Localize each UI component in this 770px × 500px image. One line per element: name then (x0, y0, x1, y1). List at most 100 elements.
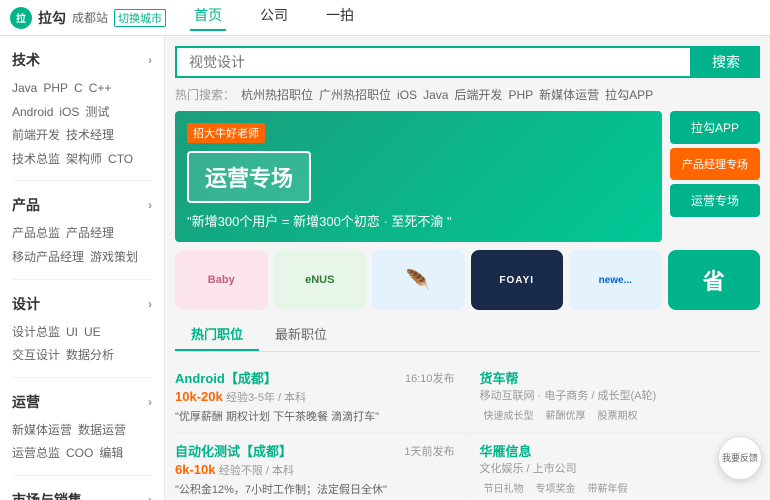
sidebar-link-editor[interactable]: 编辑 (99, 443, 123, 465)
sidebar-link-ops-director[interactable]: 运营总监 (12, 443, 60, 465)
sidebar-link-c[interactable]: C (74, 78, 83, 100)
sidebar-link-ui[interactable]: UI (66, 322, 78, 344)
banner-subtitle: "新增300个用户 = 新增300个初恋 · 至死不渝 " (187, 211, 650, 230)
sidebar-link-frontend[interactable]: 前端开发 (12, 125, 60, 147)
app-icon-foayi[interactable]: FOAYI (471, 250, 564, 310)
sidebar-link-coo[interactable]: COO (66, 443, 93, 465)
tab-new-jobs[interactable]: 最新职位 (259, 318, 343, 351)
job-header-autotest: 自动化测试【成都】 1天前发布 (175, 441, 455, 460)
app-icon-newegg-label: newe... (599, 275, 632, 286)
sidebar-link-data-analysis[interactable]: 数据分析 (66, 345, 114, 367)
sidebar-links-design: 设计总监 UI UE 交互设计 数据分析 (12, 320, 152, 373)
hot-link-php[interactable]: PHP (508, 88, 533, 102)
sidebar-link-tech-manager[interactable]: 技术经理 (66, 125, 114, 147)
app-icon-enus[interactable]: eNUS (274, 250, 367, 310)
sidebar-link-ue[interactable]: UE (84, 322, 101, 344)
sidebar-title-tech[interactable]: 技术 › (12, 44, 152, 76)
hot-link-java[interactable]: Java (423, 88, 448, 102)
logo-icon: 拉 (10, 7, 32, 29)
sidebar-link-cto[interactable]: CTO (108, 149, 133, 171)
hot-link-backend[interactable]: 后端开发 (454, 86, 502, 103)
banner[interactable]: 招大牛好老师 运营专场 "新增300个用户 = 新增300个初恋 · 至死不渝 … (175, 111, 662, 242)
sidebar-link-product-manager[interactable]: 产品经理 (66, 223, 114, 245)
nav-item-yipai[interactable]: 一拍 (322, 5, 358, 31)
main-layout: 技术 › Java PHP C C++ Android iOS 测试 前端开发 … (0, 36, 770, 500)
nav-item-company[interactable]: 公司 (256, 5, 292, 31)
header: 拉 拉勾 成都站 切换城市 首页 公司 一拍 (0, 0, 770, 36)
hot-search-row: 热门搜索： 杭州热招职位 广州热招职位 iOS Java 后端开发 PHP 新媒… (175, 86, 760, 103)
job-desc-android: "优厚薪酬 期权计划 下午茶晚餐 滴滴打车" (175, 408, 455, 424)
sidebar-link-php[interactable]: PHP (43, 78, 68, 100)
job-title-huochebang[interactable]: 货车帮 (480, 368, 753, 387)
app-icon-save-label: 省 (703, 264, 725, 296)
sidebar-link-data-ops[interactable]: 数据运营 (78, 420, 126, 442)
right-panel: 拉勾APP 产品经理专场 运营专场 (670, 111, 760, 242)
sidebar-title-sales[interactable]: 市场与销售 › (12, 484, 152, 500)
sidebar-link-architect[interactable]: 架构师 (66, 149, 102, 171)
search-button[interactable]: 搜索 (692, 46, 760, 78)
search-input[interactable] (175, 46, 692, 78)
sidebar-title-product[interactable]: 产品 › (12, 189, 152, 221)
sidebar-links-product: 产品总监 产品经理 移动产品经理 游戏策划 (12, 221, 152, 274)
sidebar-section-design: 设计 › 设计总监 UI UE 交互设计 数据分析 (0, 280, 164, 377)
benefit-tag: 股票期权 (594, 406, 642, 423)
app-icons-row: Baby eNUS 🪶 FOAYI newe... 省 (175, 250, 760, 310)
sidebar-link-tech-director[interactable]: 技术总监 (12, 149, 60, 171)
job-salary-autotest: 6k-10k 经验不限 / 本科 (175, 462, 455, 478)
job-benefits-huayan: 节日礼物 专项奖金 带薪年假 (480, 479, 753, 496)
hot-link-ios[interactable]: iOS (397, 88, 417, 102)
job-title-autotest[interactable]: 自动化测试【成都】 (175, 441, 292, 460)
sidebar-title-operations[interactable]: 运营 › (12, 386, 152, 418)
app-icon-save[interactable]: 省 (668, 250, 761, 310)
hot-link-hangzhou[interactable]: 杭州热招职位 (241, 86, 313, 103)
sidebar-link-interaction[interactable]: 交互设计 (12, 345, 60, 367)
hot-link-guangzhou[interactable]: 广州热招职位 (319, 86, 391, 103)
main-nav: 首页 公司 一拍 (190, 5, 358, 31)
sidebar-section-operations: 运营 › 新媒体运营 数据运营 运营总监 COO 编辑 (0, 378, 164, 475)
lagou-app-button[interactable]: 拉勾APP (670, 111, 760, 144)
sidebar-link-android[interactable]: Android (12, 102, 53, 124)
hot-link-media-ops[interactable]: 新媒体运营 (539, 86, 599, 103)
sidebar-section-sales: 市场与销售 › 市场推广 市场总监 市场策划 BD 销售总监 (0, 476, 164, 500)
sidebar-links-tech: Java PHP C C++ Android iOS 测试 前端开发 技术经理 … (12, 76, 152, 176)
app-icon-newegg[interactable]: newe... (569, 250, 662, 310)
sidebar-links-operations: 新媒体运营 数据运营 运营总监 COO 编辑 (12, 418, 152, 471)
job-time-android: 16:10发布 (405, 370, 455, 386)
sidebar-link-test[interactable]: 测试 (85, 102, 109, 124)
sidebar-link-product-director[interactable]: 产品总监 (12, 223, 60, 245)
pm-channel-button[interactable]: 产品经理专场 (670, 148, 760, 180)
sidebar-link-java[interactable]: Java (12, 78, 37, 100)
hot-link-lagouapp[interactable]: 拉勾APP (605, 86, 653, 103)
job-item-huochebang: 货车帮 移动互联网 · 电子商务 / 成长型(A轮) 快速成长型 薪酬优厚 股票… (468, 360, 761, 433)
sidebar-link-design-director[interactable]: 设计总监 (12, 322, 60, 344)
sidebar-title-design[interactable]: 设计 › (12, 288, 152, 320)
sidebar-link-ios[interactable]: iOS (59, 102, 79, 124)
chevron-right-icon: › (148, 493, 152, 500)
job-salary-value-autotest: 6k-10k (175, 462, 215, 477)
sidebar-link-mobile-pm[interactable]: 移动产品经理 (12, 247, 84, 269)
search-bar: 搜索 (175, 46, 760, 78)
job-item-android: Android【成都】 16:10发布 10k-20k 经验3-5年 / 本科 … (175, 360, 468, 433)
tab-hot-jobs[interactable]: 热门职位 (175, 318, 259, 351)
jobs-grid: Android【成都】 16:10发布 10k-20k 经验3-5年 / 本科 … (175, 360, 760, 500)
job-item-autotest: 自动化测试【成都】 1天前发布 6k-10k 经验不限 / 本科 "公积金12%… (175, 433, 468, 500)
ops-channel-button[interactable]: 运营专场 (670, 184, 760, 217)
job-salary-android: 10k-20k 经验3-5年 / 本科 (175, 389, 455, 405)
nav-item-home[interactable]: 首页 (190, 5, 226, 31)
job-meta-huochebang: 移动互联网 · 电子商务 / 成长型(A轮) (480, 387, 753, 403)
banner-tag: 招大牛好老师 (187, 123, 265, 143)
app-icon-foayi-label: FOAYI (499, 275, 534, 286)
sidebar-link-cpp[interactable]: C++ (89, 78, 112, 100)
feedback-button[interactable]: 我要反馈 (718, 436, 762, 480)
app-icon-baby[interactable]: Baby (175, 250, 268, 310)
benefit-tag: 节日礼物 (480, 479, 528, 496)
switch-city-button[interactable]: 切换城市 (114, 9, 166, 27)
chevron-right-icon: › (148, 297, 152, 311)
job-header-android: Android【成都】 16:10发布 (175, 368, 455, 387)
sidebar-link-media-ops[interactable]: 新媒体运营 (12, 420, 72, 442)
app-icon-blue[interactable]: 🪶 (372, 250, 465, 310)
job-title-android[interactable]: Android【成都】 (175, 368, 277, 387)
job-title-huayan[interactable]: 华雁信息 (480, 441, 753, 460)
sidebar-link-game-design[interactable]: 游戏策划 (90, 247, 138, 269)
chevron-right-icon: › (148, 395, 152, 409)
